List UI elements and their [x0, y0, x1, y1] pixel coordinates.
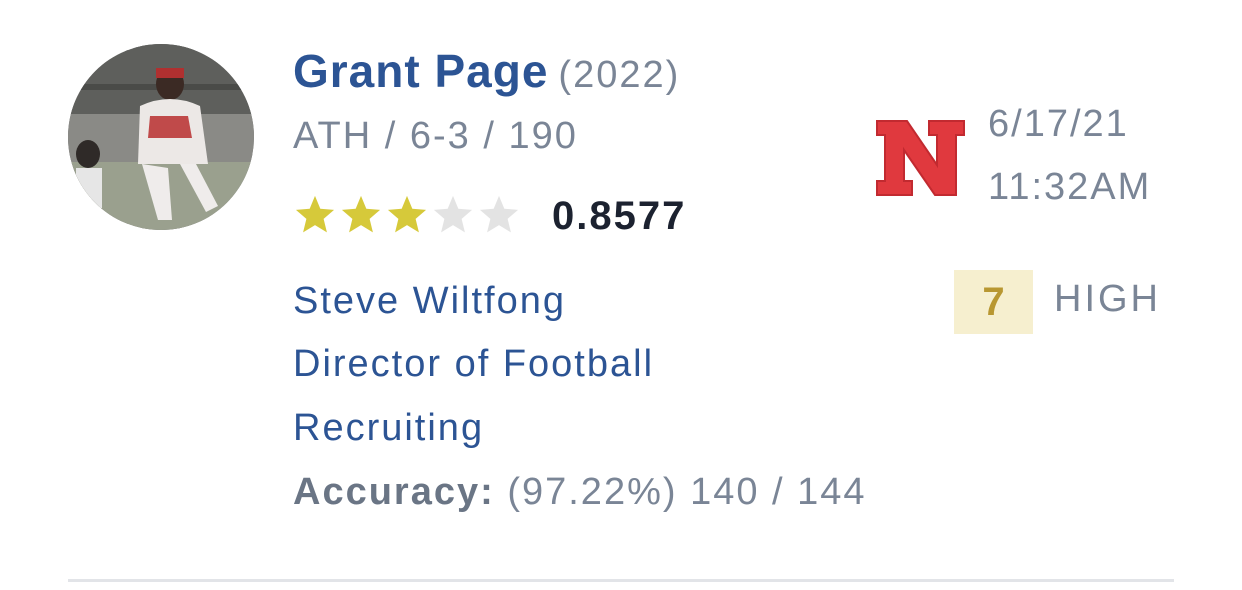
player-name[interactable]: Grant Page [293, 45, 548, 97]
player-position-height-weight: ATH / 6-3 / 190 [293, 115, 578, 157]
scout-accuracy: Accuracy: (97.22%) 140 / 144 [293, 471, 867, 514]
row-divider [68, 579, 1174, 582]
prediction-date: 6/17/21 [988, 103, 1129, 145]
scout-title-continued: Recruiting [293, 407, 485, 449]
confidence-level: HIGH [1054, 278, 1161, 320]
accuracy-label: Accuracy: [293, 471, 495, 513]
player-class-year: (2022) [558, 54, 681, 96]
school-logo[interactable] [873, 117, 968, 199]
star-filled-icon [385, 193, 429, 237]
player-rating: 0.8577 [552, 194, 687, 238]
player-photo [68, 44, 254, 230]
star-filled-icon [339, 193, 383, 237]
confidence-score-badge: 7 [954, 270, 1033, 334]
player-header: Grant Page (2022) [293, 44, 680, 98]
star-empty-icon [477, 193, 521, 237]
star-empty-icon [431, 193, 475, 237]
nebraska-n-logo-icon [876, 120, 965, 196]
player-avatar[interactable] [68, 44, 254, 230]
scout-name-link[interactable]: Steve Wiltfong [293, 280, 566, 323]
star-filled-icon [293, 193, 337, 237]
accuracy-value: (97.22%) 140 / 144 [507, 471, 867, 513]
prediction-time: 11:32AM [988, 166, 1152, 208]
scout-title: Director of Football [293, 343, 655, 385]
star-rating [293, 193, 521, 237]
